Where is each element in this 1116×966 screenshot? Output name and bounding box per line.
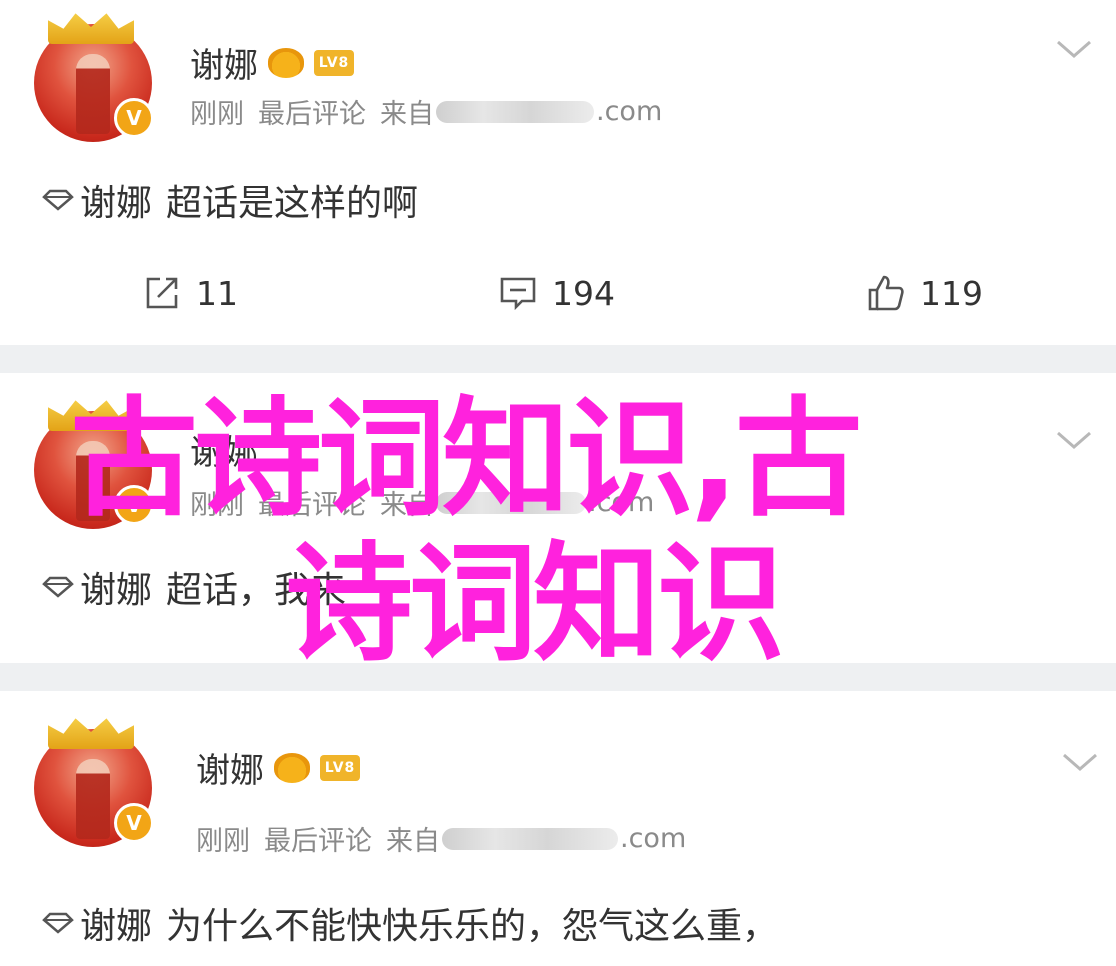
post-time: 刚刚: [190, 99, 244, 130]
avatar-crown: [48, 13, 134, 44]
supertopic-link[interactable]: 谢娜: [80, 174, 152, 226]
source-suffix: .com: [620, 823, 687, 854]
post-time: 刚刚: [196, 826, 250, 857]
post-action: 最后评论: [264, 826, 372, 857]
redacted-source: [442, 827, 618, 850]
level-badge[interactable]: LV8: [320, 754, 360, 781]
avatar[interactable]: V: [34, 13, 154, 142]
supertopic-diamond-icon: [42, 189, 74, 211]
post-content: 为什么不能快快乐乐的，怨气这么重，: [166, 906, 779, 947]
vip-crown-icon[interactable]: [268, 47, 304, 78]
supertopic-link[interactable]: 谢娜: [80, 897, 152, 949]
overlay-title-line-2: 诗词知识: [285, 530, 785, 679]
supertopic-link[interactable]: 谢娜: [80, 561, 152, 613]
post-content: 超话是这样的啊: [166, 183, 419, 224]
supertopic-diamond-icon: [42, 576, 74, 598]
source-prefix: 来自: [386, 826, 440, 857]
source-suffix: .com: [596, 96, 663, 127]
repost-button[interactable]: 11: [142, 273, 238, 313]
username[interactable]: 谢娜: [196, 743, 264, 792]
repost-count: 11: [196, 273, 238, 313]
supertopic-diamond-icon: [42, 912, 74, 934]
chevron-down-icon[interactable]: [1054, 38, 1094, 62]
comment-icon: [500, 277, 536, 311]
chevron-down-icon[interactable]: [1060, 751, 1100, 775]
thumbs-up-icon: [868, 275, 904, 311]
verified-badge-icon: V: [114, 98, 154, 138]
post-card: V 谢娜 LV8 刚刚 最后评论 来自 .com 谢娜 超话是这样的啊 11 1…: [0, 0, 1116, 345]
like-count: 119: [920, 273, 983, 313]
repost-icon: [146, 277, 178, 309]
username[interactable]: 谢娜: [190, 38, 258, 87]
post-card: V 谢娜 LV8 刚刚 最后评论 来自 .com 谢娜 为什么不能快快乐乐的，怨…: [0, 691, 1116, 966]
avatar-figure: [76, 54, 110, 134]
avatar-crown: [48, 718, 134, 749]
redacted-source: [436, 100, 594, 123]
avatar[interactable]: V: [34, 718, 154, 847]
vip-crown-icon[interactable]: [274, 752, 310, 783]
chevron-down-icon[interactable]: [1054, 429, 1094, 453]
like-button[interactable]: 119: [866, 273, 983, 313]
source-prefix: 来自: [380, 99, 434, 130]
avatar-figure: [76, 759, 110, 839]
level-badge[interactable]: LV8: [314, 49, 354, 76]
verified-badge-icon: V: [114, 803, 154, 843]
post-action: 最后评论: [258, 99, 366, 130]
comment-count: 194: [552, 273, 615, 313]
comment-button[interactable]: 194: [498, 273, 615, 313]
